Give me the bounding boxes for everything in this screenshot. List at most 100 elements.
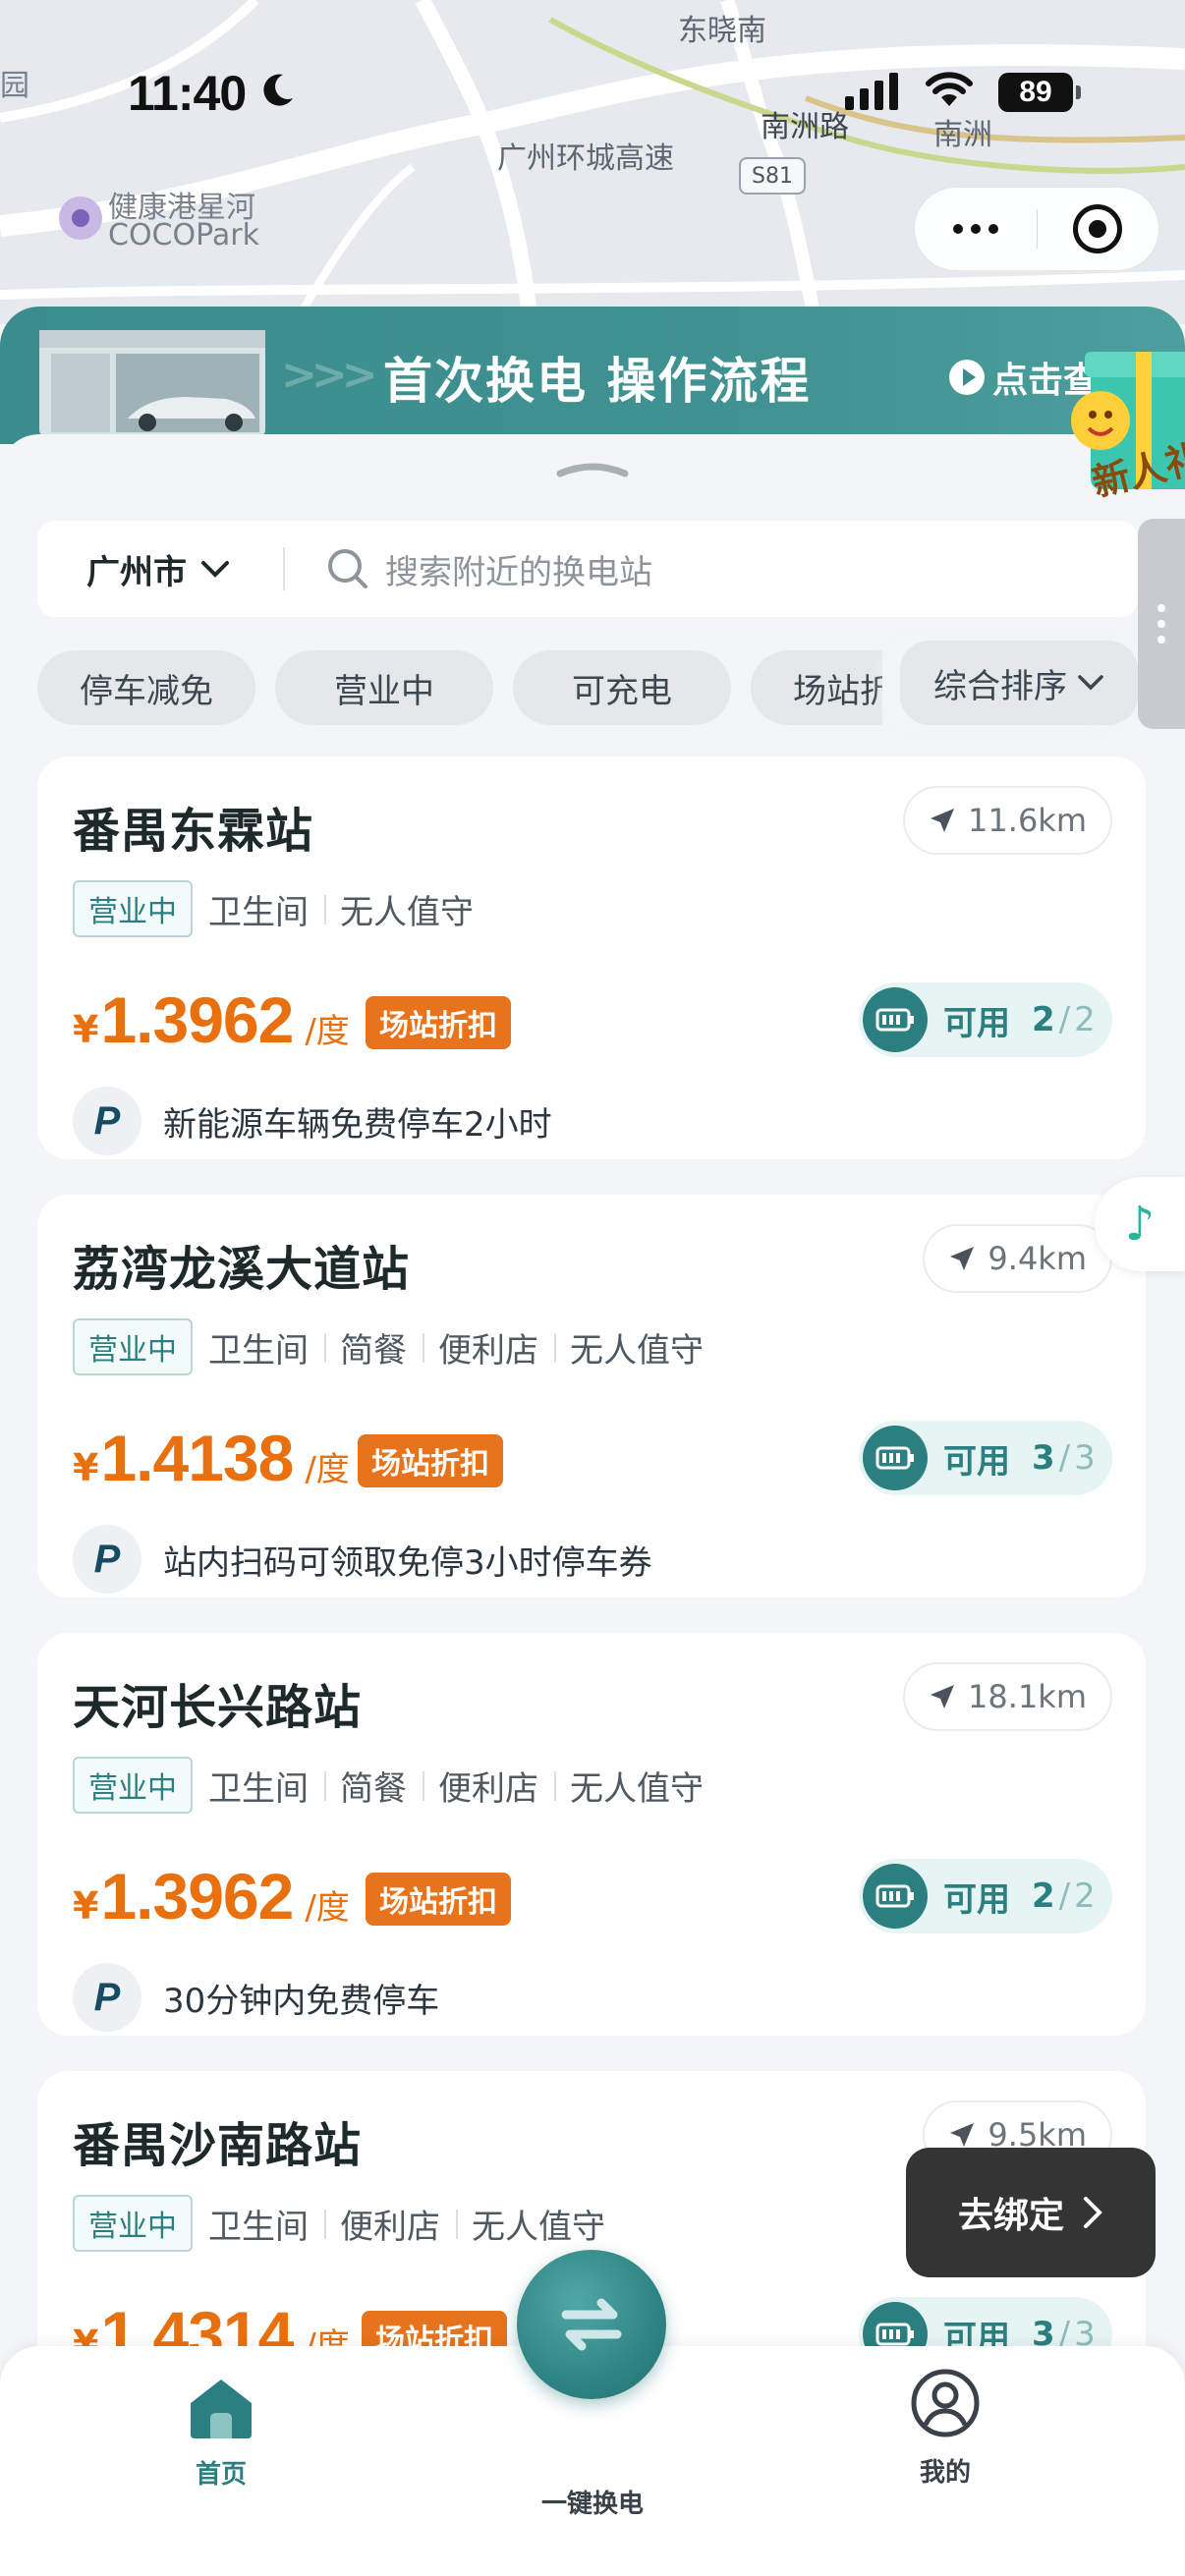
parking-perk: P 30分钟内免费停车 [73,1963,439,2032]
sort-label: 综合排序 [933,666,1067,706]
price: ¥ 1.4138 /度 [73,1421,350,1495]
filter-chips: 停车减免 营业中 可充电 场站折扣 [37,650,882,725]
amenity-tag: 卫生间 [208,2207,309,2247]
amenity-tag: 卫生间 [208,1768,309,1809]
discount-badge: 场站折扣 [366,1873,511,1926]
location-arrow-icon [950,2123,975,2147]
availability-pill: 可用 2 / 2 [859,1859,1112,1933]
parking-icon: P [73,1087,141,1155]
status-time: 11:40 [128,66,247,121]
price: ¥ 1.3962 /度 [73,1859,350,1933]
map-label: 广州环城高速 [497,141,674,176]
amenity-tag: 无人值守 [554,1323,719,1372]
availability-total: 2 [1074,1876,1096,1916]
availability-separator: / [1058,1876,1071,1916]
availability-pill: 可用 3 / 3 [859,1421,1112,1495]
sheet-drag-handle[interactable] [556,462,629,479]
one-click-swap-button[interactable] [517,2250,666,2399]
distance-text: 18.1km [968,1678,1087,1715]
availability-pill: 可用 2 / 2 [859,982,1112,1057]
banner-title: 首次换电 操作流程 [383,353,812,410]
amenity-tag: 无人值守 [324,885,489,933]
amenity-tag: 卫生间 [208,1330,309,1371]
perk-text: 新能源车辆免费停车2小时 [163,1104,552,1145]
status-badge: 营业中 [73,1757,193,1814]
parking-icon: P [73,1963,141,2032]
currency-symbol: ¥ [73,1446,99,1489]
station-tags: 营业中 卫生间 简餐 便利店 无人值守 [73,1318,719,1375]
map-view[interactable]: 东晓南 南洲路 南洲 广州环城高速 S81 健康港星河 COCOPark 园 [0,0,1185,324]
battery-charge-icon [863,1426,928,1490]
status-badge: 营业中 [73,1318,193,1375]
moon-icon [263,74,293,106]
user-icon [911,2369,980,2437]
tab-home-label: 首页 [195,2460,247,2490]
bind-account-button[interactable]: 去绑定 [906,2148,1156,2277]
swap-guide-banner[interactable]: >>> 首次换电 操作流程 点击查 [0,307,1185,444]
search-input[interactable]: 搜索附近的换电站 [285,521,1138,617]
close-target-icon[interactable] [1037,204,1158,253]
availability-total: 3 [1074,1438,1096,1478]
wifi-icon [926,72,973,106]
more-icon[interactable] [915,224,1037,234]
amenity-tag: 卫生间 [208,892,309,932]
poi-icon[interactable] [59,196,102,240]
search-icon [328,549,367,588]
perk-text: 30分钟内免费停车 [163,1981,440,2021]
music-note-icon[interactable]: ♪ [1095,1177,1185,1271]
currency-symbol: ¥ [73,1884,99,1928]
station-card[interactable]: 荔湾龙溪大道站 9.4km 营业中 卫生间 简餐 便利店 无人值守 ¥ 1.41… [37,1195,1146,1597]
search-bar: 广州市 搜索附近的换电站 [37,521,1138,617]
filter-chip-open[interactable]: 营业中 [275,650,493,725]
station-card[interactable]: 天河长兴路站 18.1km 营业中 卫生间 简餐 便利店 无人值守 ¥ 1.39… [37,1633,1146,2036]
availability-separator: / [1058,1000,1071,1039]
amenity-tag: 简餐 [324,1323,423,1372]
amenity-tag: 无人值守 [456,2200,621,2248]
parking-perk: P 新能源车辆免费停车2小时 [73,1087,552,1155]
station-card[interactable]: 番禺东霖站 11.6km 营业中 卫生间 无人值守 ¥ 1.3962 /度 场站… [37,756,1146,1159]
distance-pill[interactable]: 9.4km [923,1224,1112,1293]
station-tags: 营业中 卫生间 无人值守 [73,880,489,937]
search-placeholder: 搜索附近的换电站 [385,552,652,592]
map-label: 园 [0,69,29,103]
side-more-handle[interactable] [1138,519,1185,729]
home-icon [191,2380,252,2438]
swap-icon [561,2298,622,2351]
availability-count: 2 [1032,1876,1055,1916]
sort-dropdown[interactable]: 综合排序 [900,641,1138,725]
price-unit: /度 [305,1012,350,1051]
location-arrow-icon [931,1685,955,1708]
price-value: 1.3962 [100,983,294,1056]
map-label: 东晓南 [678,14,766,48]
station-name: 番禺东霖站 [73,804,314,859]
tab-me[interactable]: 我的 [910,2368,981,2489]
price-unit: /度 [305,1450,350,1489]
map-label: COCOPark [108,218,259,252]
availability-label: 可用 [943,1003,1010,1043]
battery-icon: 89 [998,73,1081,112]
filter-chip-parking[interactable]: 停车减免 [37,650,255,725]
tab-home[interactable]: 首页 [187,2376,255,2491]
map-label: 南洲路 [761,110,849,144]
filter-chip-chargeable[interactable]: 可充电 [513,650,731,725]
bind-label: 去绑定 [957,2196,1064,2236]
location-arrow-icon [931,809,955,832]
amenity-tag: 便利店 [423,1762,554,1810]
distance-pill[interactable]: 18.1km [903,1662,1112,1731]
highway-badge: S81 [739,157,806,195]
availability-label: 可用 [943,1879,1010,1920]
amenity-tag: 便利店 [324,2200,456,2248]
price-value: 1.3962 [100,1860,294,1932]
status-badge: 营业中 [73,2195,193,2252]
distance-pill[interactable]: 11.6km [903,786,1112,855]
city-selector[interactable]: 广州市 [37,545,283,593]
filter-chip-discount[interactable]: 场站折扣 [751,650,882,725]
station-name: 番禺沙南路站 [73,2118,363,2173]
amenity-tag: 无人值守 [554,1762,719,1810]
station-illustration [39,330,265,436]
status-badge: 营业中 [73,880,193,937]
signal-icon [845,73,898,110]
chevron-right-icon [1084,2197,1102,2228]
amenity-tag: 便利店 [423,1323,554,1372]
battery-charge-icon [863,987,928,1052]
